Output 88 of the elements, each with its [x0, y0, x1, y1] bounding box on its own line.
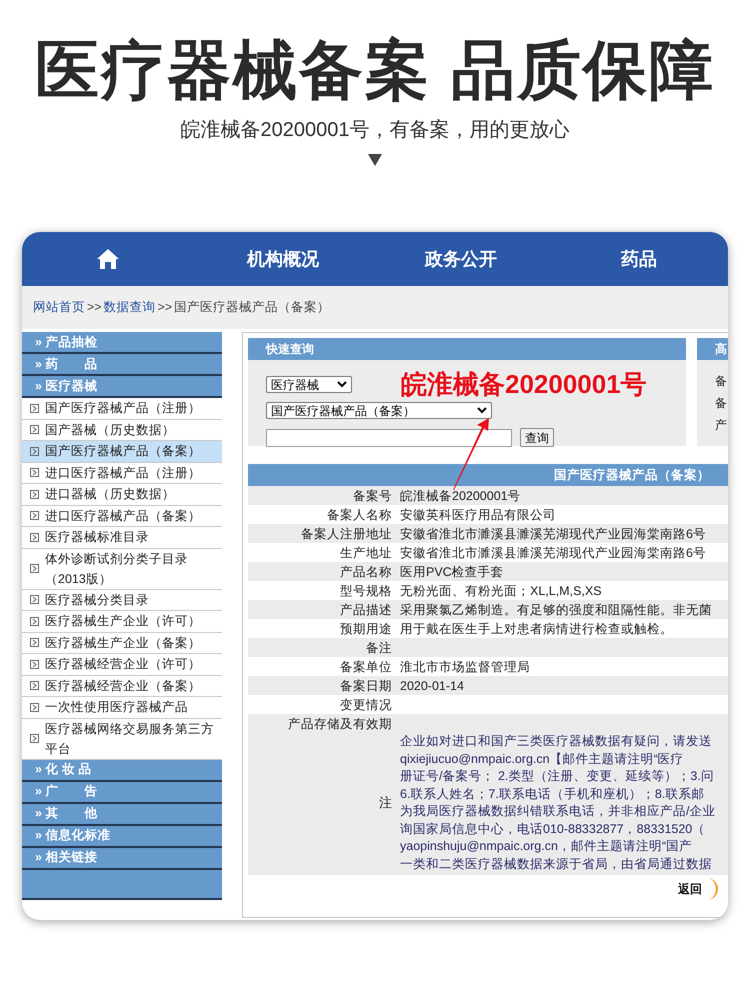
field-label: 预期用途 [340, 620, 392, 638]
note-text: yaopinshuju@nmpaic.org.cn，邮件主题请注明“国产 [400, 838, 694, 855]
note-text: 为我局医疗器械数据纠错联系电话，并非相应产品/企业 [400, 803, 716, 820]
back-button[interactable]: 返回 [678, 878, 718, 900]
sidebar-item[interactable]: 医疗器械网络交易服务第三方平台 [22, 718, 222, 760]
arrow-box-icon [30, 564, 39, 573]
note-text: qixiejiucuo@nmpaic.org.cn【邮件主题请注明“医疗 [400, 750, 685, 768]
category-select[interactable]: 医疗器械 [266, 376, 352, 393]
chevron-down-icon [337, 381, 347, 388]
breadcrumb-separator: >> [87, 299, 102, 316]
field-label: 备案日期 [340, 678, 392, 694]
subcategory-select[interactable]: 国产医疗器械产品（备案） [266, 402, 492, 419]
arrow-box-icon [30, 468, 39, 478]
field-value: 医用PVC检查手套 [400, 564, 504, 580]
arrow-box-icon [30, 616, 39, 626]
field-label: 备注 [366, 640, 392, 656]
note-text: 询国家局信息中心，电话010-88332877，88331520（ [400, 820, 706, 838]
sidebar-item[interactable]: 国产医疗器械产品（注册） [22, 398, 222, 420]
nav-link[interactable]: 机构概况 [247, 246, 320, 272]
arrow-box-icon [30, 638, 39, 648]
field-label: 产品名称 [340, 564, 392, 580]
field-label: 产 [715, 417, 728, 434]
sidebar-item[interactable]: 医疗器械经营企业（备案） [22, 676, 222, 697]
arrow-box-icon [30, 595, 39, 604]
field-value: 安徽省淮北市濉溪县濉溪芜湖现代产业园海棠南路6号 [400, 526, 706, 542]
arrow-box-icon [30, 490, 39, 499]
sidebar-item[interactable]: 进口器械（历史数据） [22, 484, 222, 506]
down-triangle-icon [368, 154, 382, 166]
search-field[interactable] [266, 428, 512, 446]
field-label: 型号规格 [340, 582, 392, 600]
note-text: 企业如对进口和国产三类医疗器械数据有疑问，请发送 [400, 733, 713, 750]
sidebar-item[interactable]: 医疗器械标准目录 [22, 527, 222, 548]
breadcrumb-link[interactable]: 数据查询 [104, 298, 156, 317]
arrow-box-icon [30, 532, 39, 542]
field-value: 淮北市市场监督管理局 [400, 658, 530, 676]
field-label: 备案人名称 [327, 506, 392, 524]
arrow-box-icon [30, 681, 39, 690]
home-icon[interactable] [96, 248, 120, 270]
chevron-down-icon [477, 407, 487, 414]
table-header: 国产医疗器械产品（备案） [248, 464, 728, 486]
field-label: 备案人注册地址 [301, 526, 392, 542]
arrow-box-icon [30, 660, 39, 669]
arrow-box-icon [30, 446, 39, 456]
sidebar-item[interactable]: 进口医疗器械产品（注册） [22, 462, 222, 484]
sidebar-item[interactable]: 医疗器械分类目录 [22, 590, 222, 611]
field-label: 产品存储及有效期 [288, 716, 392, 732]
field-label: 注 [379, 794, 392, 812]
sidebar-item[interactable]: 医疗器械生产企业（备案） [22, 632, 222, 654]
panel-header: 高 [697, 338, 728, 360]
arrow-box-icon [30, 511, 39, 520]
arrow-box-icon [30, 702, 39, 712]
field-value: 皖淮械备20200001号 [400, 488, 521, 504]
banner-title: 医疗器械备案 品质保障 [35, 33, 715, 108]
sidebar-item[interactable]: 医疗器械生产企业（许可） [22, 611, 222, 632]
field-value: 用于戴在医生手上对患者病情进行检查或触检。 [400, 620, 673, 638]
sidebar-item[interactable]: 医疗器械经营企业（许可） [22, 654, 222, 676]
field-value: 安徽省淮北市濉溪县濉溪芜湖现代产业园海棠南路6号 [400, 544, 706, 562]
breadcrumb-link[interactable]: 网站首页 [33, 298, 85, 317]
field-label: 备 [715, 373, 728, 390]
arrow-box-icon [30, 734, 39, 743]
field-label: 生产地址 [340, 544, 392, 562]
sidebar-item[interactable]: 国产医疗器械产品（备案） [22, 441, 222, 462]
note-text: 册证号/备案号； 2.类型（注册、变更、延续等）；3.问 [400, 768, 715, 785]
field-label: 备案号 [353, 488, 392, 504]
arrow-box-icon [30, 425, 39, 434]
note-text: 6.联系人姓名；7.联系电话（手机和座机）；8.联系邮 [400, 786, 706, 802]
nav-link[interactable]: 药品 [621, 246, 658, 272]
sidebar-item[interactable]: 进口医疗器械产品（备案） [22, 506, 222, 527]
field-value: 无粉光面、有粉光面；XL,L,M,S,XS [400, 582, 602, 600]
sidebar-item[interactable]: 一次性使用医疗器械产品 [22, 697, 222, 718]
field-label: 备 [715, 395, 728, 412]
breadcrumb-current: 国产医疗器械产品（备案） [174, 299, 330, 316]
field-value: 采用聚氯乙烯制造。有足够的强度和阻隔性能。非无菌 [400, 602, 712, 618]
annotation-text: 皖淮械备20200001号 [401, 368, 647, 401]
panel-header: 快速查询 [248, 338, 686, 360]
arrow-box-icon [30, 404, 39, 413]
note-text: 一类和二类医疗器械数据来源于省局，由省局通过数据 [400, 856, 713, 872]
field-label: 变更情况 [340, 696, 392, 714]
sidebar-item[interactable]: 国产器械（历史数据） [22, 420, 222, 441]
nav-link[interactable]: 政务公开 [425, 246, 498, 272]
sidebar-item[interactable]: 体外诊断试剂分类子目录（2013版） [22, 548, 222, 590]
breadcrumb-separator: >> [158, 299, 172, 316]
search-button[interactable]: 查询 [520, 428, 554, 447]
field-label: 备案单位 [340, 658, 392, 676]
field-label: 产品描述 [340, 602, 392, 618]
field-value: 安徽英科医疗用品有限公司 [400, 506, 556, 524]
banner-subtitle: 皖淮械备20200001号，有备案，用的更放心 [180, 118, 570, 143]
field-value: 2020-01-14 [400, 678, 464, 694]
